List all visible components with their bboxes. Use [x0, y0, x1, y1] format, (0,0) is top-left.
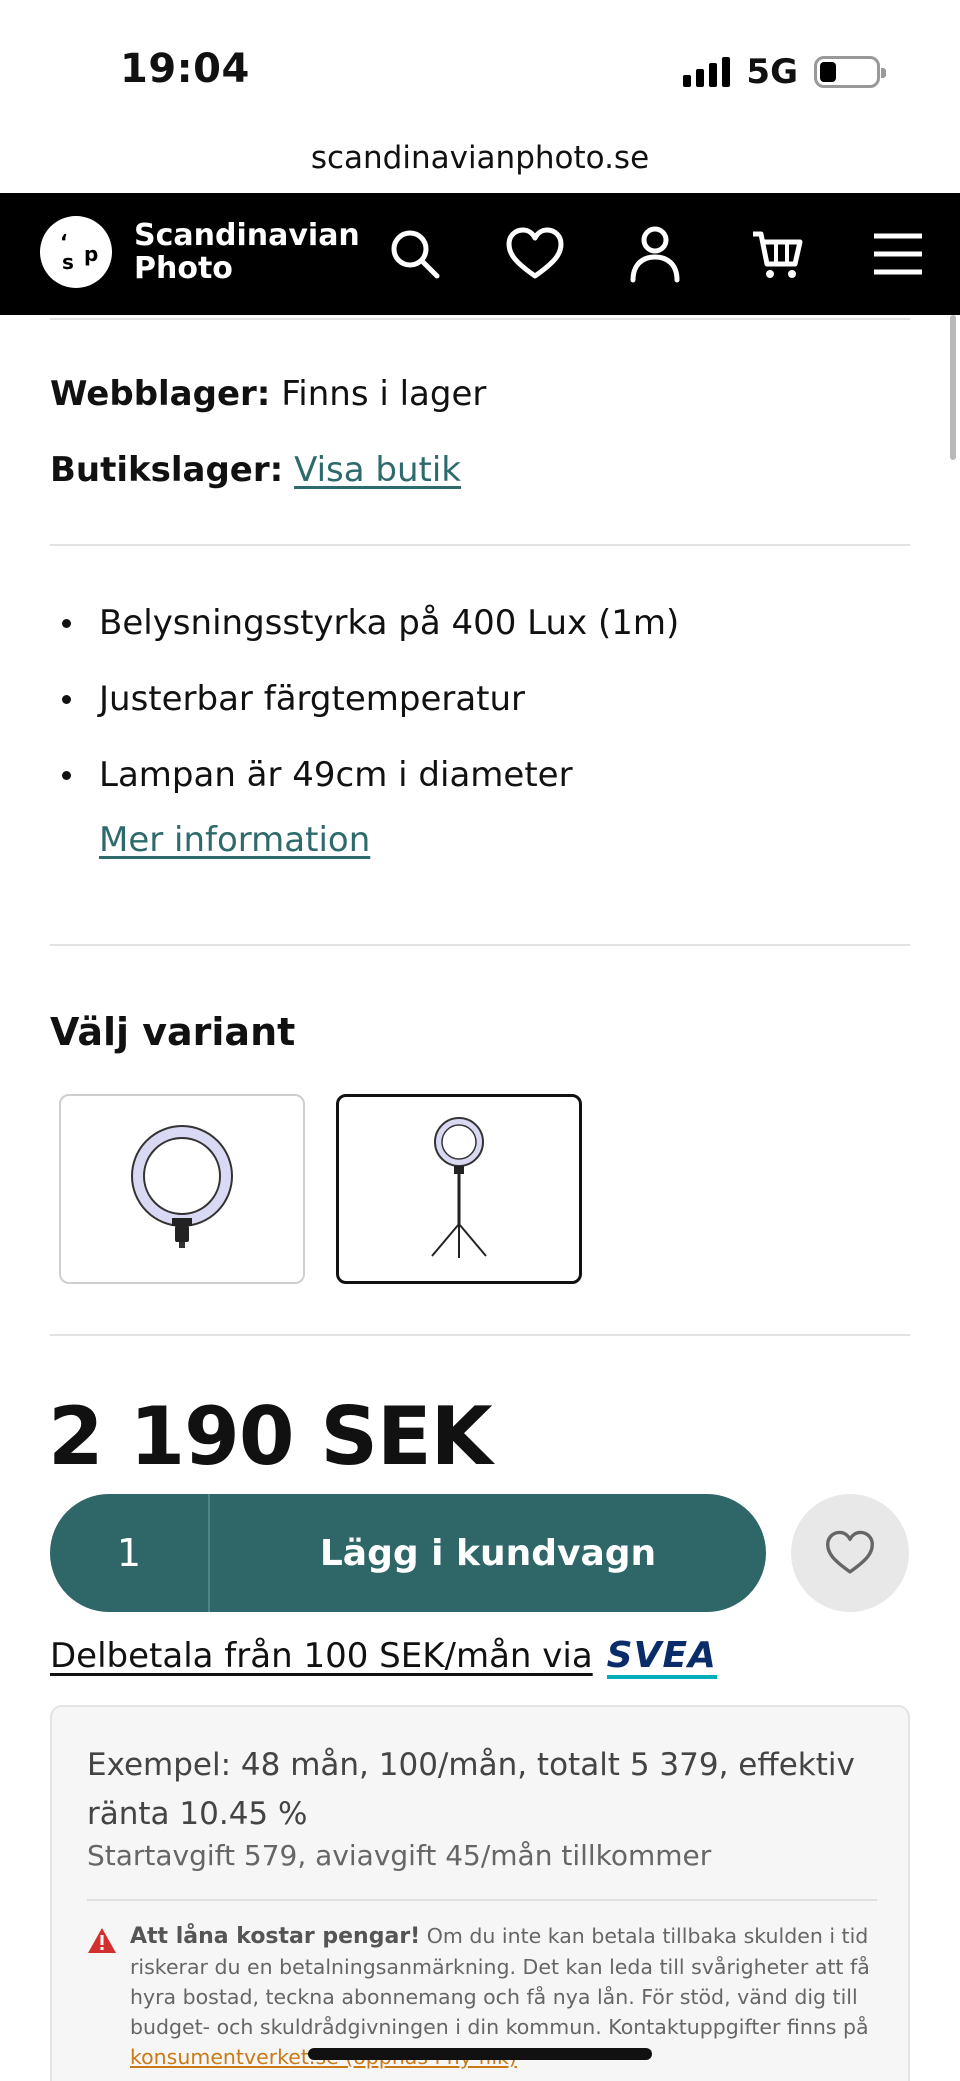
ring-light-image — [131, 1125, 233, 1248]
page-scrollbar[interactable] — [950, 315, 956, 460]
financing-fees: Startavgift 579, aviavgift 45/mån tillko… — [87, 1839, 712, 1872]
heart-icon — [826, 1530, 874, 1574]
header-icons — [380, 219, 940, 289]
variant-option-ring-light-stand[interactable] — [336, 1094, 582, 1284]
home-indicator[interactable] — [308, 2048, 652, 2060]
logo-letter-p: p — [84, 242, 99, 266]
site-header: ‘ s p Scandinavian Photo — [0, 193, 960, 315]
heart-icon[interactable] — [500, 219, 570, 289]
divider — [50, 1334, 910, 1336]
financing-text: Delbetala från 100 SEK/mån via — [50, 1636, 593, 1676]
logo-text[interactable]: Scandinavian Photo — [134, 219, 360, 285]
show-store-link[interactable]: Visa butik — [294, 450, 461, 490]
bullet-icon — [62, 695, 71, 704]
logo-line-2: Photo — [134, 251, 233, 286]
search-icon[interactable] — [380, 219, 450, 289]
logo-icon[interactable]: ‘ s p — [40, 216, 112, 288]
financing-example: Exempel: 48 mån, 100/mån, totalt 5 379, … — [87, 1747, 855, 1832]
logo-line-1: Scandinavian — [134, 218, 360, 253]
financing-link[interactable]: Delbetala från 100 SEK/mån via SVEA — [50, 1635, 718, 1679]
divider — [50, 544, 910, 546]
menu-icon[interactable] — [863, 219, 933, 289]
svea-logo: SVEA — [606, 1635, 718, 1679]
wishlist-button[interactable] — [791, 1494, 909, 1612]
divider — [87, 1899, 877, 1901]
status-bar: 19:04 5G — [0, 0, 960, 130]
variant-option-ring-light[interactable] — [59, 1094, 305, 1284]
list-item: Justerbar färgtemperatur — [50, 672, 910, 748]
divider — [50, 944, 910, 946]
web-stock: Webblager: Finns i lager — [50, 374, 486, 414]
add-to-cart-bar: 1 Lägg i kundvagn — [50, 1494, 766, 1612]
variant-title: Välj variant — [50, 1010, 296, 1054]
divider — [50, 318, 910, 320]
network-label: 5G — [746, 52, 798, 92]
ring-light-stand-image — [431, 1117, 487, 1258]
financing-example-box: Exempel: 48 mån, 100/mån, totalt 5 379, … — [50, 1705, 910, 2081]
battery-icon — [814, 56, 886, 88]
web-stock-value: Finns i lager — [281, 374, 487, 414]
bullet-icon — [62, 771, 71, 780]
browser-url[interactable]: scandinavianphoto.se — [0, 140, 960, 176]
quantity-input[interactable]: 1 — [50, 1494, 210, 1612]
status-indicators: 5G — [683, 52, 886, 92]
store-stock: Butikslager: Visa butik — [50, 450, 461, 490]
store-stock-label: Butikslager: — [50, 450, 284, 490]
user-icon[interactable] — [620, 219, 690, 289]
web-stock-label: Webblager: — [50, 374, 271, 414]
warning-icon — [88, 1928, 116, 1953]
warning-title: Att låna kostar pengar! — [130, 1924, 421, 1949]
status-time: 19:04 — [120, 46, 250, 92]
bullet-icon — [62, 619, 71, 628]
cart-icon[interactable] — [742, 219, 812, 289]
list-item: Belysningsstyrka på 400 Lux (1m) — [50, 596, 910, 672]
feature-list: Belysningsstyrka på 400 Lux (1m) Justerb… — [50, 596, 910, 824]
list-item: Lampan är 49cm i diameter — [50, 748, 910, 824]
more-info-link[interactable]: Mer information — [99, 820, 370, 860]
signal-icon — [683, 57, 731, 87]
product-price: 2 190 SEK — [48, 1390, 493, 1483]
logo-letter-s: s — [62, 250, 74, 274]
add-to-cart-button[interactable]: Lägg i kundvagn — [210, 1533, 766, 1574]
